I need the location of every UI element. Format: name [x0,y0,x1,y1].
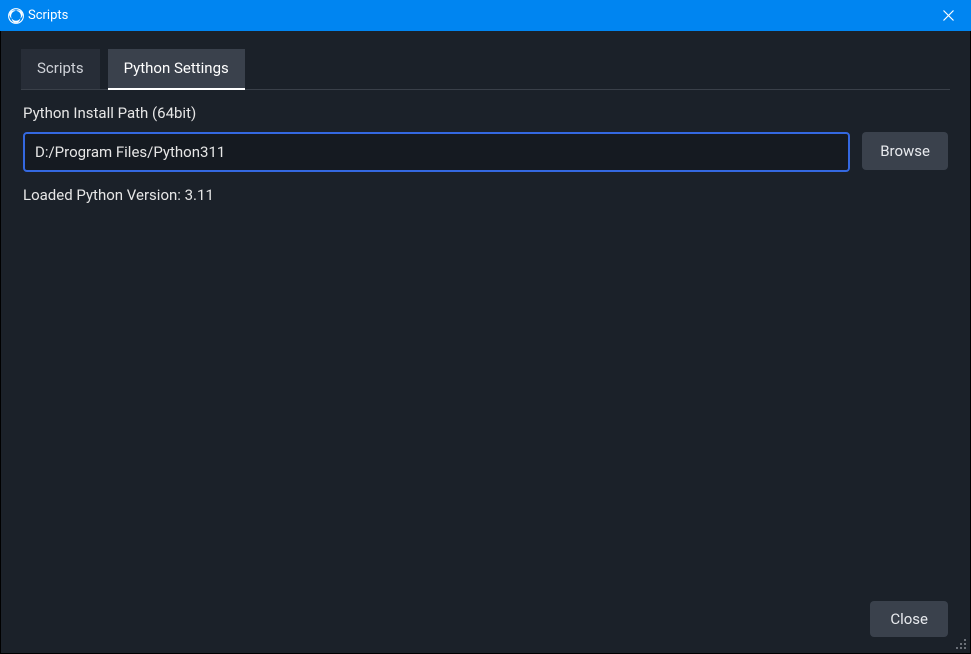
window-body: Scripts Python Settings Python Install P… [1,31,970,653]
python-path-input[interactable] [23,132,850,172]
python-path-row: Browse [23,132,948,172]
tab-bar: Scripts Python Settings [21,49,950,90]
obs-icon [8,8,24,24]
window-title: Scripts [24,8,925,23]
content-area: Python Install Path (64bit) Browse Loade… [1,90,970,589]
python-path-label: Python Install Path (64bit) [23,104,948,122]
close-window-button[interactable] [925,0,971,31]
titlebar[interactable]: Scripts [0,0,971,31]
close-button[interactable]: Close [870,601,948,637]
resize-grip[interactable] [954,637,966,649]
tab-python-settings[interactable]: Python Settings [108,49,245,90]
tab-scripts[interactable]: Scripts [21,49,100,89]
browse-button[interactable]: Browse [862,132,948,170]
loaded-python-status: Loaded Python Version: 3.11 [23,186,948,204]
close-icon [943,10,954,21]
footer: Close [1,589,970,653]
